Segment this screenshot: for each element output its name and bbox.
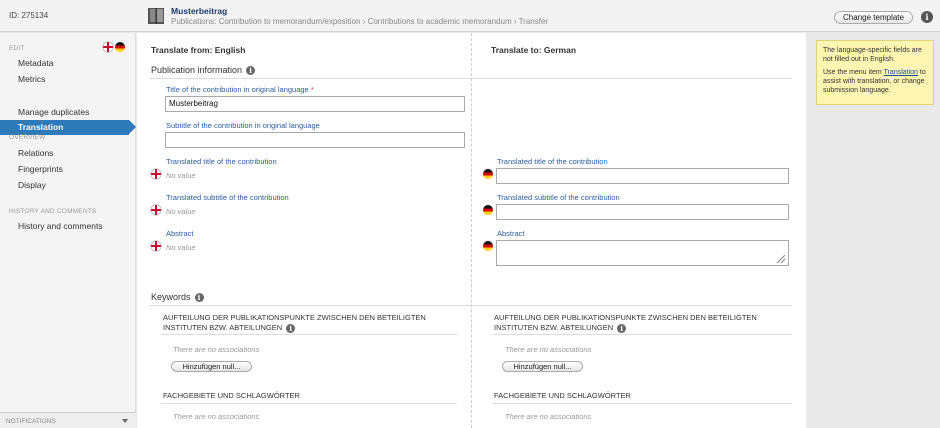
no-value-text: No value (166, 171, 196, 180)
subtitle-original-label: Subtitle of the contribution in original… (166, 121, 320, 130)
tip-text-2: Use the menu item Translation to assist … (823, 68, 927, 95)
no-associations-text: There are no associations (173, 412, 260, 421)
title-original-input[interactable]: Musterbeitrag (165, 96, 465, 112)
sidebar-item-translation[interactable]: Translation (0, 120, 136, 135)
no-value-text: No value (166, 207, 196, 216)
page-title: Musterbeitrag (171, 6, 228, 16)
record-id: ID: 275134 (9, 11, 49, 20)
no-associations-text: There are no associations (505, 412, 592, 421)
required-marker: * (310, 85, 314, 94)
abstract-label-en: Abstract (166, 229, 194, 238)
top-bar: ID: 275134 Musterbeitrag Publications: C… (0, 0, 940, 32)
info-icon[interactable]: i (194, 293, 204, 303)
section-label: Keywords (151, 292, 191, 302)
translated-title-label-en: Translated title of the contribution (166, 157, 277, 166)
resize-handle-icon[interactable] (777, 255, 785, 263)
sidebar-item-metrics[interactable]: Metrics (18, 74, 45, 84)
divider (149, 305, 792, 306)
sidebar-item-metadata[interactable]: Metadata (18, 58, 53, 68)
translated-subtitle-input[interactable] (496, 204, 789, 220)
uk-flag-icon[interactable] (103, 42, 113, 52)
tip-text: The language-specific fields are not fil… (823, 47, 922, 63)
uk-flag-icon (151, 241, 161, 251)
keywords-heading: Keywords i (151, 292, 204, 303)
help-tip: The language-specific fields are not fil… (816, 40, 934, 105)
translation-link[interactable]: Translation (884, 69, 918, 76)
translate-to-heading: Translate to: German (491, 45, 577, 55)
keyword-group2-label-de: FACHGEBIETE UND SCHLAGWÖRTER (494, 391, 631, 400)
change-template-button[interactable]: Change template (834, 11, 913, 24)
divider (149, 78, 792, 79)
de-flag-icon (483, 241, 493, 251)
notifications-panel[interactable]: NOTIFICATIONS (0, 412, 136, 428)
de-flag-icon (483, 169, 493, 179)
no-associations-text: There are no associations (505, 345, 592, 354)
translated-subtitle-label-en: Translated subtitle of the contribution (166, 193, 289, 202)
translated-title-label-de: Translated title of the contribution (497, 157, 608, 166)
field-label: Title of the contribution in original la… (166, 85, 309, 94)
no-associations-text: There are no associations (173, 345, 260, 354)
sidebar-heading-overview: OVERVIEW (9, 134, 46, 141)
sidebar-heading-history: HISTORY AND COMMENTS (9, 208, 97, 215)
de-flag-icon[interactable] (115, 42, 125, 52)
abstract-label-de: Abstract (497, 229, 525, 238)
publication-info-heading: Publication information i (151, 65, 256, 76)
book-icon (148, 8, 164, 24)
abstract-textarea[interactable] (496, 240, 789, 266)
keyword-group2-label-en: FACHGEBIETE UND SCHLAGWÖRTER (163, 391, 300, 400)
sidebar-heading-edit: EDIT (9, 45, 25, 52)
sidebar: EDIT Metadata Metrics Translation Manage… (0, 33, 136, 428)
add-association-button[interactable]: Hinzufügen null... (502, 361, 583, 372)
notifications-label: NOTIFICATIONS (6, 418, 56, 425)
tip-prefix: Use the menu item (823, 69, 884, 76)
title-original-label: Title of the contribution in original la… (166, 85, 314, 94)
info-icon[interactable]: i (286, 323, 296, 333)
no-value-text: No value (166, 243, 196, 252)
divider (492, 403, 792, 404)
section-label: Publication information (151, 65, 243, 75)
info-icon[interactable]: i (617, 323, 627, 333)
de-flag-icon (483, 205, 493, 215)
translated-subtitle-label-de: Translated subtitle of the contribution (497, 193, 620, 202)
info-icon[interactable]: i (246, 66, 256, 76)
keyword-group-label-en: AUFTEILUNG DER PUBLIKATIONSPUNKTE ZWISCH… (163, 313, 448, 333)
subtitle-original-input[interactable] (165, 132, 465, 148)
sidebar-item-manage-duplicates[interactable]: Manage duplicates (18, 107, 89, 117)
sidebar-item-label: Translation (18, 122, 64, 132)
add-association-button[interactable]: Hinzufügen null... (171, 361, 252, 372)
divider (492, 334, 792, 335)
divider (161, 403, 457, 404)
sidebar-item-display[interactable]: Display (18, 180, 46, 190)
uk-flag-icon (151, 205, 161, 215)
keyword-group-label-de: AUFTEILUNG DER PUBLIKATIONSPUNKTE ZWISCH… (494, 313, 779, 333)
sidebar-item-relations[interactable]: Relations (18, 148, 53, 158)
sidebar-item-fingerprints[interactable]: Fingerprints (18, 164, 63, 174)
uk-flag-icon (151, 169, 161, 179)
chevron-down-icon[interactable] (122, 419, 128, 423)
divider (161, 334, 457, 335)
info-icon[interactable]: i (921, 11, 933, 23)
column-divider (471, 33, 472, 428)
translate-from-heading: Translate from: English (151, 45, 246, 55)
translated-title-input[interactable] (496, 168, 789, 184)
sidebar-item-history[interactable]: History and comments (18, 221, 103, 231)
breadcrumb: Publications: Contribution to memorandum… (171, 17, 549, 26)
